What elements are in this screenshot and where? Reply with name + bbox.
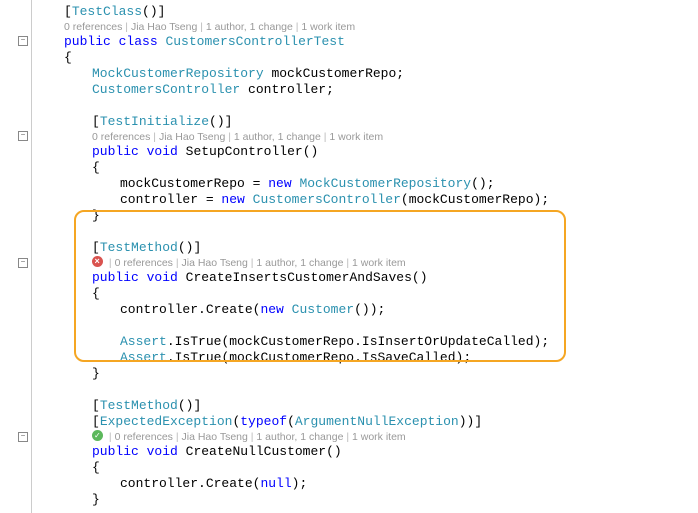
code-line: { — [36, 50, 698, 66]
code-line: public void CreateInsertsCustomerAndSave… — [36, 270, 698, 286]
code-line: [TestMethod()] — [36, 240, 698, 256]
codelens[interactable]: 0 references | Jia Hao Tseng | 1 author,… — [36, 130, 698, 144]
blank-line — [36, 98, 698, 114]
code-line: [ExpectedException(typeof(ArgumentNullEx… — [36, 414, 698, 430]
test-fail-icon[interactable] — [92, 256, 103, 267]
code-line: { — [36, 286, 698, 302]
code-line: } — [36, 208, 698, 224]
code-line: mockCustomerRepo = new MockCustomerRepos… — [36, 176, 698, 192]
code-line: MockCustomerRepository mockCustomerRepo; — [36, 66, 698, 82]
code-line: [TestInitialize()] — [36, 114, 698, 130]
fold-icon[interactable]: − — [18, 36, 28, 46]
blank-line — [36, 318, 698, 334]
code-editor: − − − − [TestClass()] 0 references | Jia… — [0, 0, 698, 513]
code-line: controller.Create(null); — [36, 476, 698, 492]
code-line: } — [36, 366, 698, 382]
code-line: controller.Create(new Customer()); — [36, 302, 698, 318]
fold-icon[interactable]: − — [18, 258, 28, 268]
code-line: public void CreateNullCustomer() — [36, 444, 698, 460]
code-line: Assert.IsTrue(mockCustomerRepo.IsSaveCal… — [36, 350, 698, 366]
code-line: [TestClass()] — [36, 4, 698, 20]
codelens[interactable]: 0 references | Jia Hao Tseng | 1 author,… — [36, 20, 698, 34]
test-pass-icon[interactable] — [92, 430, 103, 441]
code-line: { — [36, 160, 698, 176]
code-line: public void SetupController() — [36, 144, 698, 160]
blank-line — [36, 382, 698, 398]
code-line: CustomersController controller; — [36, 82, 698, 98]
fold-icon[interactable]: − — [18, 432, 28, 442]
code-line: [TestMethod()] — [36, 398, 698, 414]
code-line: { — [36, 460, 698, 476]
fold-icon[interactable]: − — [18, 131, 28, 141]
codelens[interactable]: | 0 references | Jia Hao Tseng | 1 autho… — [36, 256, 698, 270]
code-content[interactable]: [TestClass()] 0 references | Jia Hao Tse… — [32, 0, 698, 513]
code-line: } — [36, 492, 698, 508]
code-line: public class CustomersControllerTest — [36, 34, 698, 50]
code-line: controller = new CustomersController(moc… — [36, 192, 698, 208]
gutter: − − − − — [0, 0, 32, 513]
blank-line — [36, 224, 698, 240]
code-line: Assert.IsTrue(mockCustomerRepo.IsInsertO… — [36, 334, 698, 350]
codelens[interactable]: | 0 references | Jia Hao Tseng | 1 autho… — [36, 430, 698, 444]
